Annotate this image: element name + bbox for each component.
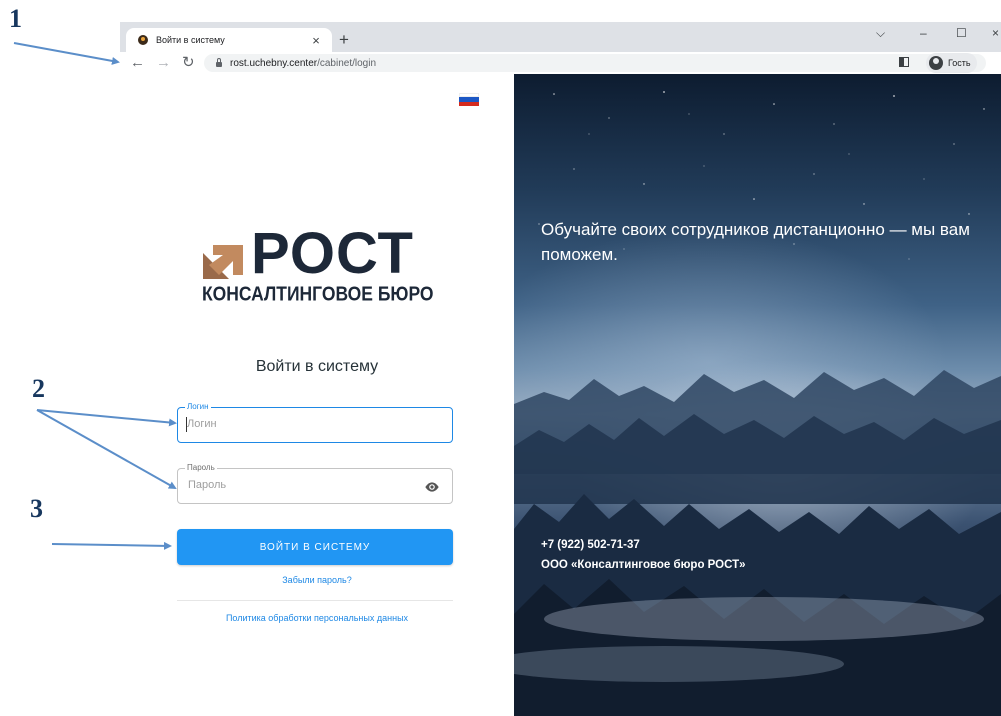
login-field[interactable]: Логин	[177, 402, 453, 443]
logo-wordmark: РОСТ	[251, 221, 414, 286]
password-label: Пароль	[185, 463, 217, 473]
login-input[interactable]	[187, 418, 417, 430]
company-logo: РОСТ КОНСАЛТИНГОВОЕ БЮРО	[202, 225, 443, 306]
side-panel-icon[interactable]	[899, 57, 909, 67]
forward-arrow-icon[interactable]: →	[156, 53, 171, 73]
annotation-number-3: 3	[30, 494, 43, 523]
divider	[177, 600, 453, 601]
minimize-button[interactable]: –	[920, 26, 927, 40]
login-heading: Войти в систему	[255, 358, 379, 375]
privacy-policy-link[interactable]: Политика обработки персональных данных	[120, 613, 514, 623]
annotation-arrow-1	[13, 42, 120, 65]
tab-search-icon[interactable]: ⌵	[876, 26, 885, 41]
profile-button[interactable]: Гость	[926, 53, 977, 73]
forgot-password-link[interactable]: Забыли пароль?	[120, 575, 514, 585]
maximize-button[interactable]: ☐	[956, 26, 967, 40]
reload-icon[interactable]: ↻	[182, 53, 195, 73]
show-password-eye-icon[interactable]	[424, 480, 440, 494]
logo-arrow-icon	[203, 245, 243, 279]
password-field[interactable]: Пароль	[177, 463, 453, 504]
lock-icon	[216, 57, 222, 67]
tab-close-icon[interactable]: ×	[308, 33, 324, 48]
annotation-number-2: 2	[32, 374, 45, 403]
login-submit-button[interactable]: ВОЙТИ В СИСТЕМУ	[177, 529, 453, 565]
contact-phone: +7 (922) 502-71-37	[541, 539, 640, 551]
address-bar[interactable]: rost.uchebny.center/cabinet/login	[204, 54, 986, 72]
login-label: Логин	[185, 402, 211, 412]
profile-avatar-icon	[929, 56, 943, 70]
hero-panel: Обучайте своих сотрудников дистанционно …	[514, 74, 1001, 716]
tab-title: Войти в систему	[156, 35, 225, 45]
logo-subtitle: КОНСАЛТИНГОВОЕ БЮРО	[202, 282, 434, 305]
url-text: rost.uchebny.center/cabinet/login	[230, 58, 376, 69]
russian-flag-icon[interactable]	[459, 93, 479, 106]
browser-chrome: Войти в систему × + ⌵ – ☐ × ← → ↻ rost.u…	[120, 22, 1001, 74]
annotation-number-1: 1	[9, 4, 22, 33]
login-panel: РОСТ КОНСАЛТИНГОВОЕ БЮРО Войти в систему…	[120, 74, 514, 716]
back-arrow-icon[interactable]: ←	[130, 53, 145, 73]
browser-tab[interactable]: Войти в систему ×	[126, 28, 332, 52]
url-path: /cabinet/login	[317, 57, 377, 69]
company-name: ООО «Консалтинговое бюро РОСТ»	[541, 559, 746, 571]
password-input[interactable]	[188, 479, 418, 491]
mountain-background-image	[514, 91, 1001, 716]
browser-toolbar: ← → ↻ rost.uchebny.center/cabinet/login …	[120, 52, 1001, 74]
hero-tagline: Обучайте своих сотрудников дистанционно …	[541, 220, 970, 264]
url-host: rost.uchebny.center	[230, 57, 318, 69]
close-window-button[interactable]: ×	[992, 26, 999, 40]
profile-label: Гость	[948, 58, 971, 68]
new-tab-button[interactable]: +	[334, 30, 354, 50]
site-favicon-icon	[138, 35, 148, 45]
